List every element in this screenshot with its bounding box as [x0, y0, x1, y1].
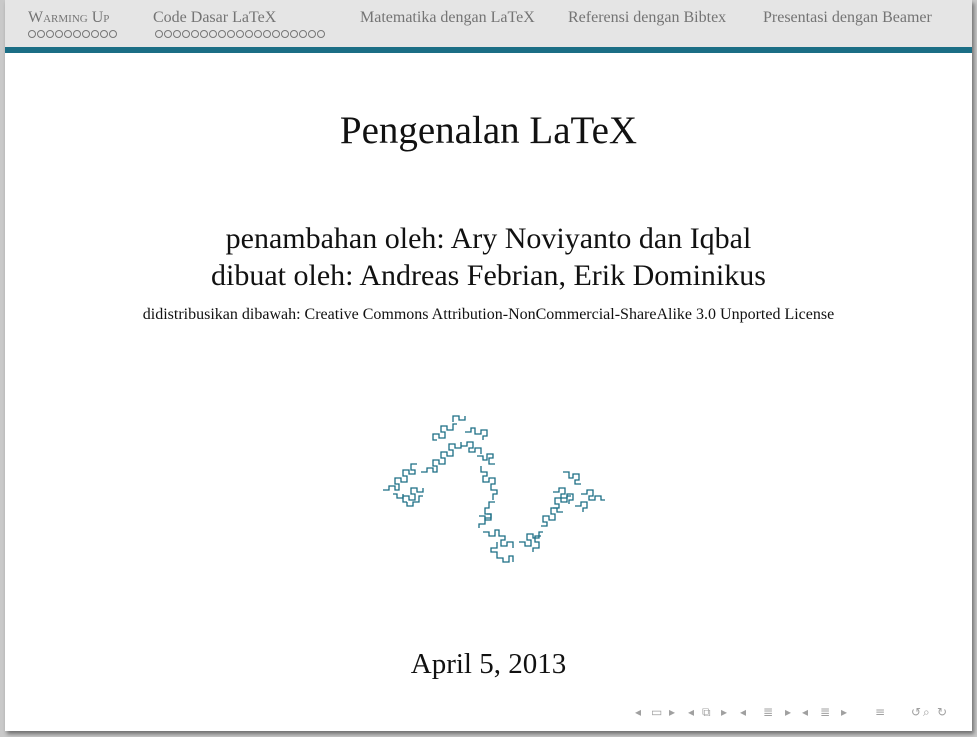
- frame-dot-icon[interactable]: [263, 30, 271, 38]
- nav-section-referensi[interactable]: Referensi dengan Bibtex: [568, 9, 726, 27]
- navbar-divider: [5, 47, 972, 53]
- nav-section-matematika[interactable]: Matematika dengan LaTeX: [360, 9, 535, 27]
- frame-dot-icon[interactable]: [227, 30, 235, 38]
- prev-frame-arrow-icon[interactable]: ◂: [635, 705, 641, 719]
- nav-section-label: Presentasi dengan Beamer: [763, 9, 932, 26]
- nav-section-label: Referensi dengan Bibtex: [568, 9, 727, 26]
- frame-dot-icon[interactable]: [28, 30, 36, 38]
- frame-dot-icon[interactable]: [245, 30, 253, 38]
- frame-dot-icon[interactable]: [46, 30, 54, 38]
- frame-dot-icon[interactable]: [55, 30, 63, 38]
- frame-dot-icon[interactable]: [73, 30, 81, 38]
- authors-line: dibuat oleh: Andreas Febrian, Erik Domin…: [211, 259, 766, 292]
- frame-dot-icon[interactable]: [308, 30, 316, 38]
- frame-dot-icon[interactable]: [191, 30, 199, 38]
- frame-dot-icon[interactable]: [299, 30, 307, 38]
- frame-dot-icon[interactable]: [200, 30, 208, 38]
- nav-section-label: Matematika dengan LaTeX: [360, 9, 535, 26]
- nav-section-label: Code Dasar LaTeX: [153, 9, 277, 26]
- frame-dot-icon[interactable]: [155, 30, 163, 38]
- prev-document-arrow-icon[interactable]: ◂: [802, 705, 808, 719]
- next-document-arrow-icon[interactable]: ▸: [841, 705, 847, 719]
- frame-dot-icon[interactable]: [209, 30, 217, 38]
- toc-icon[interactable]: ≡: [875, 705, 885, 719]
- forward-icon[interactable]: ↻: [937, 705, 947, 719]
- frame-dot-icon[interactable]: [173, 30, 181, 38]
- frame-dot-icon[interactable]: [218, 30, 226, 38]
- slide-title: Pengenalan LaTeX: [339, 109, 638, 152]
- contributors-line: penambahan oleh: Ary Noviyanto dan Iqbal: [225, 222, 752, 255]
- next-section-arrow-icon[interactable]: ▸: [785, 705, 791, 719]
- slide: Warming Up Code Dasar LaTeX Matematika d…: [5, 0, 972, 731]
- frame-dot-icon[interactable]: [100, 30, 108, 38]
- frame-dot-icon[interactable]: [254, 30, 262, 38]
- frame-dot-icon[interactable]: [236, 30, 244, 38]
- frame-dot-icon[interactable]: [272, 30, 280, 38]
- subsection-icon[interactable]: ⧉: [702, 705, 711, 719]
- frame-dot-icon[interactable]: [164, 30, 172, 38]
- frame-dot-icon[interactable]: [290, 30, 298, 38]
- license-note: didistribusikan dibawah: Creative Common…: [142, 306, 835, 323]
- frame-dot-icon[interactable]: [64, 30, 72, 38]
- nav-section-presentasi[interactable]: Presentasi dengan Beamer: [763, 9, 932, 27]
- frame-dot-icon[interactable]: [182, 30, 190, 38]
- prev-section-arrow-icon[interactable]: ◂: [740, 705, 746, 719]
- frame-dot-icon[interactable]: [91, 30, 99, 38]
- navigation-bar: Warming Up Code Dasar LaTeX Matematika d…: [5, 0, 972, 47]
- frame-dot-icon[interactable]: [281, 30, 289, 38]
- nav-section-code-dasar[interactable]: Code Dasar LaTeX: [153, 9, 276, 27]
- nav-section-code-dasar-frames[interactable]: [155, 30, 325, 38]
- next-frame-arrow-icon[interactable]: ▸: [669, 705, 675, 719]
- frame-dot-icon[interactable]: [37, 30, 45, 38]
- next-subsection-arrow-icon[interactable]: ▸: [721, 705, 727, 719]
- frame-dot-icon[interactable]: [109, 30, 117, 38]
- slide-date: April 5, 2013: [410, 648, 567, 680]
- frame-dot-icon[interactable]: [317, 30, 325, 38]
- nav-section-warming-up-frames[interactable]: [28, 30, 117, 38]
- nav-section-warming-up[interactable]: Warming Up: [28, 9, 109, 27]
- dragon-curve-logo: [383, 415, 605, 563]
- nav-section-label: Warming Up: [28, 9, 110, 26]
- frame-dot-icon[interactable]: [82, 30, 90, 38]
- prev-subsection-arrow-icon[interactable]: ◂: [688, 705, 694, 719]
- frame-icon[interactable]: ▭: [651, 705, 662, 719]
- back-icon[interactable]: ↺: [911, 705, 921, 719]
- document-icon[interactable]: ≣: [820, 705, 830, 719]
- section-icon[interactable]: ≣: [763, 705, 773, 719]
- search-icon[interactable]: ⌕: [923, 705, 930, 719]
